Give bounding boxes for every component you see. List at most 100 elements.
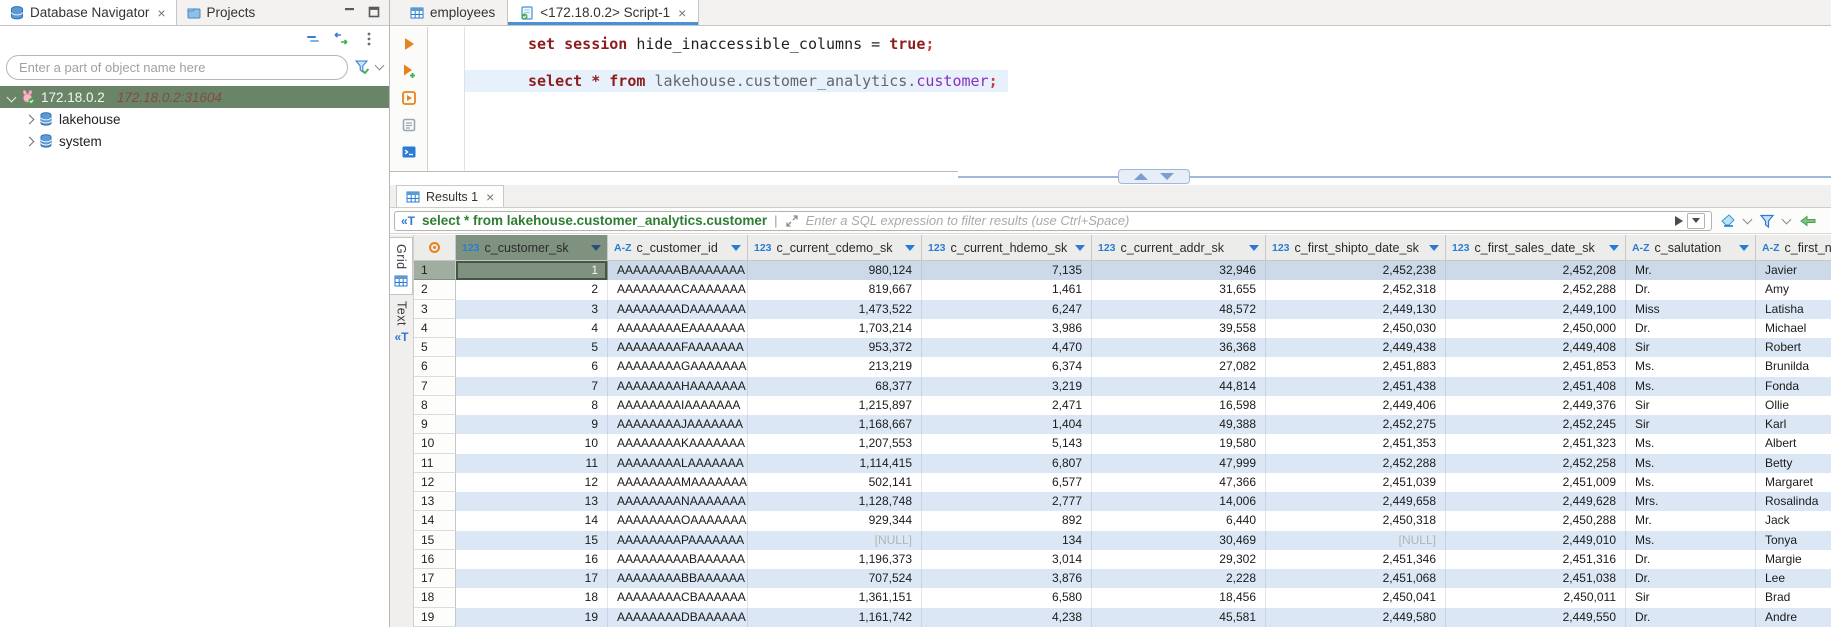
column-dropdown-icon[interactable] <box>731 245 741 251</box>
grid-cell[interactable]: 49,388 <box>1092 415 1266 434</box>
grid-cell[interactable]: 2,451,883 <box>1266 357 1446 376</box>
row-number[interactable]: 11 <box>414 454 456 473</box>
grid-cell[interactable]: AAAAAAAAIAAAAAAA <box>608 396 748 415</box>
grid-cell[interactable]: AAAAAAAACAAAAAAA <box>608 280 748 299</box>
grid-cell[interactable]: Amy <box>1756 280 1831 299</box>
tab-text-presentation[interactable]: Text «T <box>390 295 413 350</box>
row-number[interactable]: 17 <box>414 569 456 588</box>
grid-cell[interactable]: [NULL] <box>1266 531 1446 550</box>
grid-cell[interactable]: 10 <box>456 434 608 453</box>
chevron-right-icon[interactable] <box>25 114 35 124</box>
grid-cell[interactable]: 2,449,550 <box>1446 608 1626 627</box>
apply-filter-icon[interactable] <box>1675 216 1683 226</box>
tree-item-system[interactable]: system <box>0 130 389 152</box>
grid-cell[interactable]: 6,807 <box>922 454 1092 473</box>
row-number[interactable]: 1 <box>414 261 456 280</box>
grid-cell[interactable]: 4,470 <box>922 338 1092 357</box>
row-number[interactable]: 5 <box>414 338 456 357</box>
grid-cell[interactable]: Ms. <box>1626 434 1756 453</box>
grid-cell[interactable]: 2,452,258 <box>1446 454 1626 473</box>
column-dropdown-icon[interactable] <box>1249 245 1259 251</box>
grid-cell[interactable]: 2,451,009 <box>1446 473 1626 492</box>
grid-cell[interactable]: 2,450,030 <box>1266 319 1446 338</box>
grid-cell[interactable]: 45,581 <box>1092 608 1266 627</box>
grid-cell[interactable]: 5,143 <box>922 434 1092 453</box>
grid-cell[interactable]: 16,598 <box>1092 396 1266 415</box>
grid-cell[interactable]: 9 <box>456 415 608 434</box>
grid-cell[interactable]: AAAAAAAADBAAAAAA <box>608 608 748 627</box>
column-header-c_current_hdemo_sk[interactable]: 123c_current_hdemo_sk <box>922 235 1092 260</box>
grid-cell[interactable]: 2,451,346 <box>1266 550 1446 569</box>
grid-cell[interactable]: AAAAAAAAGAAAAAAA <box>608 357 748 376</box>
grid-cell[interactable]: 36,368 <box>1092 338 1266 357</box>
grid-cell[interactable]: Karl <box>1756 415 1831 434</box>
grid-cell[interactable]: 2,452,288 <box>1446 280 1626 299</box>
grid-cell[interactable]: Latisha <box>1756 300 1831 319</box>
row-number[interactable]: 12 <box>414 473 456 492</box>
column-header-c_customer_id[interactable]: A-Zc_customer_id <box>608 235 748 260</box>
grid-cell[interactable]: Mrs. <box>1626 492 1756 511</box>
column-header-c_first_sales_date_sk[interactable]: 123c_first_sales_date_sk <box>1446 235 1626 260</box>
execute-script-icon[interactable] <box>401 90 417 106</box>
grid-cell[interactable]: 134 <box>922 531 1092 550</box>
grid-cell[interactable]: 953,372 <box>748 338 922 357</box>
close-icon[interactable]: × <box>157 6 165 20</box>
grid-cell[interactable]: 1,161,742 <box>748 608 922 627</box>
grid-cell[interactable]: 6,580 <box>922 588 1092 607</box>
grid-cell[interactable]: 2,451,438 <box>1266 377 1446 396</box>
row-number[interactable]: 3 <box>414 300 456 319</box>
column-header-c_first_na[interactable]: A-Zc_first_na <box>1756 235 1831 260</box>
object-search-input[interactable] <box>6 55 348 80</box>
grid-cell[interactable]: AAAAAAAAPAAAAAAA <box>608 531 748 550</box>
filters-menu-icon[interactable] <box>1759 213 1775 229</box>
search-filter-icon[interactable] <box>354 59 370 75</box>
grid-cell[interactable]: AAAAAAAAABAAAAAA <box>608 550 748 569</box>
row-number[interactable]: 4 <box>414 319 456 338</box>
grid-cell[interactable]: 39,558 <box>1092 319 1266 338</box>
grid-cell[interactable]: 3,876 <box>922 569 1092 588</box>
grid-cell[interactable]: 2,450,011 <box>1446 588 1626 607</box>
grid-cell[interactable]: 929,344 <box>748 511 922 530</box>
link-with-editor-icon[interactable] <box>333 31 349 47</box>
grid-cell[interactable]: Ollie <box>1756 396 1831 415</box>
grid-cell[interactable]: 1,128,748 <box>748 492 922 511</box>
grid-cell[interactable]: Ms. <box>1626 473 1756 492</box>
grid-cell[interactable]: 27,082 <box>1092 357 1266 376</box>
grid-cell[interactable]: 2,471 <box>922 396 1092 415</box>
grid-cell[interactable]: Albert <box>1756 434 1831 453</box>
row-number[interactable]: 16 <box>414 550 456 569</box>
expand-filter-icon[interactable] <box>785 214 799 228</box>
grid-cell[interactable]: 4,238 <box>922 608 1092 627</box>
row-number[interactable]: 2 <box>414 280 456 299</box>
grid-cell[interactable]: AAAAAAAAJAAAAAAA <box>608 415 748 434</box>
grid-cell[interactable]: 6,374 <box>922 357 1092 376</box>
grid-cell[interactable]: 2,449,658 <box>1266 492 1446 511</box>
grid-cell[interactable]: Ms. <box>1626 531 1756 550</box>
column-dropdown-icon[interactable] <box>1739 245 1749 251</box>
grid-cell[interactable]: 980,124 <box>748 261 922 280</box>
row-number[interactable]: 8 <box>414 396 456 415</box>
column-dropdown-icon[interactable] <box>1609 245 1619 251</box>
grid-cell[interactable]: 19 <box>456 608 608 627</box>
grid-cell[interactable]: Ms. <box>1626 357 1756 376</box>
grid-cell[interactable]: 1,207,553 <box>748 434 922 453</box>
grid-cell[interactable]: Jack <box>1756 511 1831 530</box>
filter-expression-input[interactable]: «T select * from lakehouse.customer_anal… <box>394 211 1712 231</box>
grid-cell[interactable]: 2,228 <box>1092 569 1266 588</box>
tab-database-navigator[interactable]: Database Navigator × <box>0 0 177 25</box>
column-header-c_first_shipto_date_sk[interactable]: 123c_first_shipto_date_sk <box>1266 235 1446 260</box>
column-dropdown-icon[interactable] <box>591 245 601 251</box>
row-number[interactable]: 10 <box>414 434 456 453</box>
grid-cell[interactable]: 2,449,628 <box>1446 492 1626 511</box>
maximize-icon[interactable] <box>367 5 381 19</box>
grid-cell[interactable]: 2,452,245 <box>1446 415 1626 434</box>
grid-cell[interactable]: 31,655 <box>1092 280 1266 299</box>
grid-cell[interactable]: 2,452,318 <box>1266 280 1446 299</box>
filter-history-dropdown[interactable] <box>1687 213 1705 229</box>
grid-cell[interactable]: AAAAAAAAOAAAAAAA <box>608 511 748 530</box>
collapse-down-icon[interactable] <box>1160 173 1174 180</box>
grid-cell[interactable]: Ms. <box>1626 454 1756 473</box>
grid-cell[interactable]: 2,452,208 <box>1446 261 1626 280</box>
grid-cell[interactable]: AAAAAAAAFAAAAAAA <box>608 338 748 357</box>
grid-cell[interactable]: Dr. <box>1626 550 1756 569</box>
